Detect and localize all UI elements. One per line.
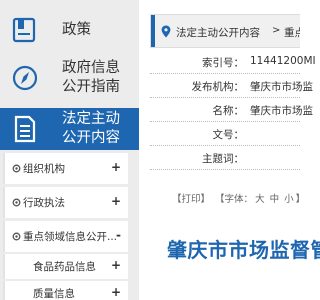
info-key: 发布机构： (191, 81, 245, 93)
font-size-medium-button[interactable]: 中 (270, 194, 280, 205)
nav-label-guide-line1: 政府信息 (62, 60, 120, 76)
article-title: 肇庆市市场监督管 (167, 238, 320, 262)
font-size-prefix: 【字体： (215, 194, 254, 205)
nav-label-guide: 政府信息 公开指南 (62, 59, 120, 97)
info-row-doc-number: 文号： (150, 122, 300, 146)
sidebar-item-key-areas[interactable]: 重点领域信息公开... - (3, 221, 128, 252)
breadcrumb-link-key-areas[interactable]: 重点领域 (284, 25, 300, 40)
expand-toggle[interactable]: + (111, 285, 121, 299)
info-row-publisher: 发布机构： 肇庆市市场监 (150, 74, 313, 98)
nav-label-guide-line2: 公开指南 (62, 79, 120, 95)
breadcrumb: 法定主动公开内容 > 重点领域 (150, 14, 300, 48)
sidebar-item-organization[interactable]: 组织机构 + (3, 153, 128, 184)
print-button[interactable]: 【打印】 (172, 194, 210, 205)
expand-toggle[interactable]: + (111, 258, 121, 272)
info-key: 索引号： (202, 57, 244, 69)
sidebar-item-law-enforcement[interactable]: 行政执法 + (3, 187, 128, 218)
info-key: 名称： (212, 105, 245, 117)
document-icon (10, 114, 40, 144)
info-key: 文号： (212, 129, 245, 141)
info-row-index: 索引号： 11441200MI (150, 50, 316, 74)
info-value: 11441200MI (250, 55, 316, 67)
bullet-icon (12, 198, 21, 207)
sidebar-item-label: 食品药品信息 (33, 261, 96, 273)
font-size-suffix: 】 (295, 194, 306, 205)
info-row-name: 名称： 肇庆市市场监 (150, 98, 313, 122)
nav-item-policy[interactable]: 政策 (0, 10, 139, 50)
nav-item-guide[interactable]: 政府信息 公开指南 (0, 54, 139, 102)
sidebar-item-food-drug[interactable]: 食品药品信息 + (3, 254, 128, 279)
font-size-small-button[interactable]: 小 (284, 194, 294, 205)
article-tools: 【打印】 【字体：大 中 小】 (172, 191, 307, 205)
info-value: 肇庆市市场监 (250, 81, 313, 93)
bullet-icon (12, 164, 21, 173)
location-pin-icon (161, 25, 171, 38)
collapse-toggle[interactable]: - (116, 228, 121, 242)
breadcrumb-accent-bar (151, 15, 155, 47)
expand-toggle[interactable]: + (111, 194, 121, 208)
sidebar-item-label: 质量信息 (33, 288, 75, 300)
breadcrumb-separator: > (272, 25, 281, 36)
book-icon (10, 15, 40, 45)
sidebar-item-quality[interactable]: 质量信息 + (3, 281, 128, 300)
font-size-large-button[interactable]: 大 (255, 194, 265, 205)
document-info-table: 索引号： 11441200MI 发布机构： 肇庆市市场监 名称： 肇庆市市场监 … (150, 50, 316, 170)
nav-label-statutory: 法定主动 公开内容 (62, 110, 120, 148)
sidebar-item-label: 组织机构 (23, 163, 65, 175)
expand-toggle[interactable]: + (111, 160, 121, 174)
sidebar: 政策 政府信息 公开指南 法定主动 公开内容 组织机构 + 行政执法 + 重点领… (0, 0, 139, 300)
nav-label-statutory-line1: 法定主动 (62, 111, 120, 127)
info-key: 主题词： (202, 153, 244, 165)
info-row-keywords: 主题词： (150, 146, 300, 170)
nav-item-statutory-content[interactable]: 法定主动 公开内容 (0, 108, 139, 150)
info-value: 肇庆市市场监 (250, 105, 313, 117)
sidebar-item-label: 行政执法 (23, 197, 65, 209)
compass-icon (10, 63, 40, 93)
nav-label-statutory-line2: 公开内容 (62, 130, 120, 146)
bullet-icon (12, 232, 21, 241)
sidebar-item-label: 重点领域信息公开... (23, 231, 118, 243)
nav-label-policy: 政策 (62, 21, 91, 38)
breadcrumb-link-statutory[interactable]: 法定主动公开内容 (176, 25, 260, 40)
